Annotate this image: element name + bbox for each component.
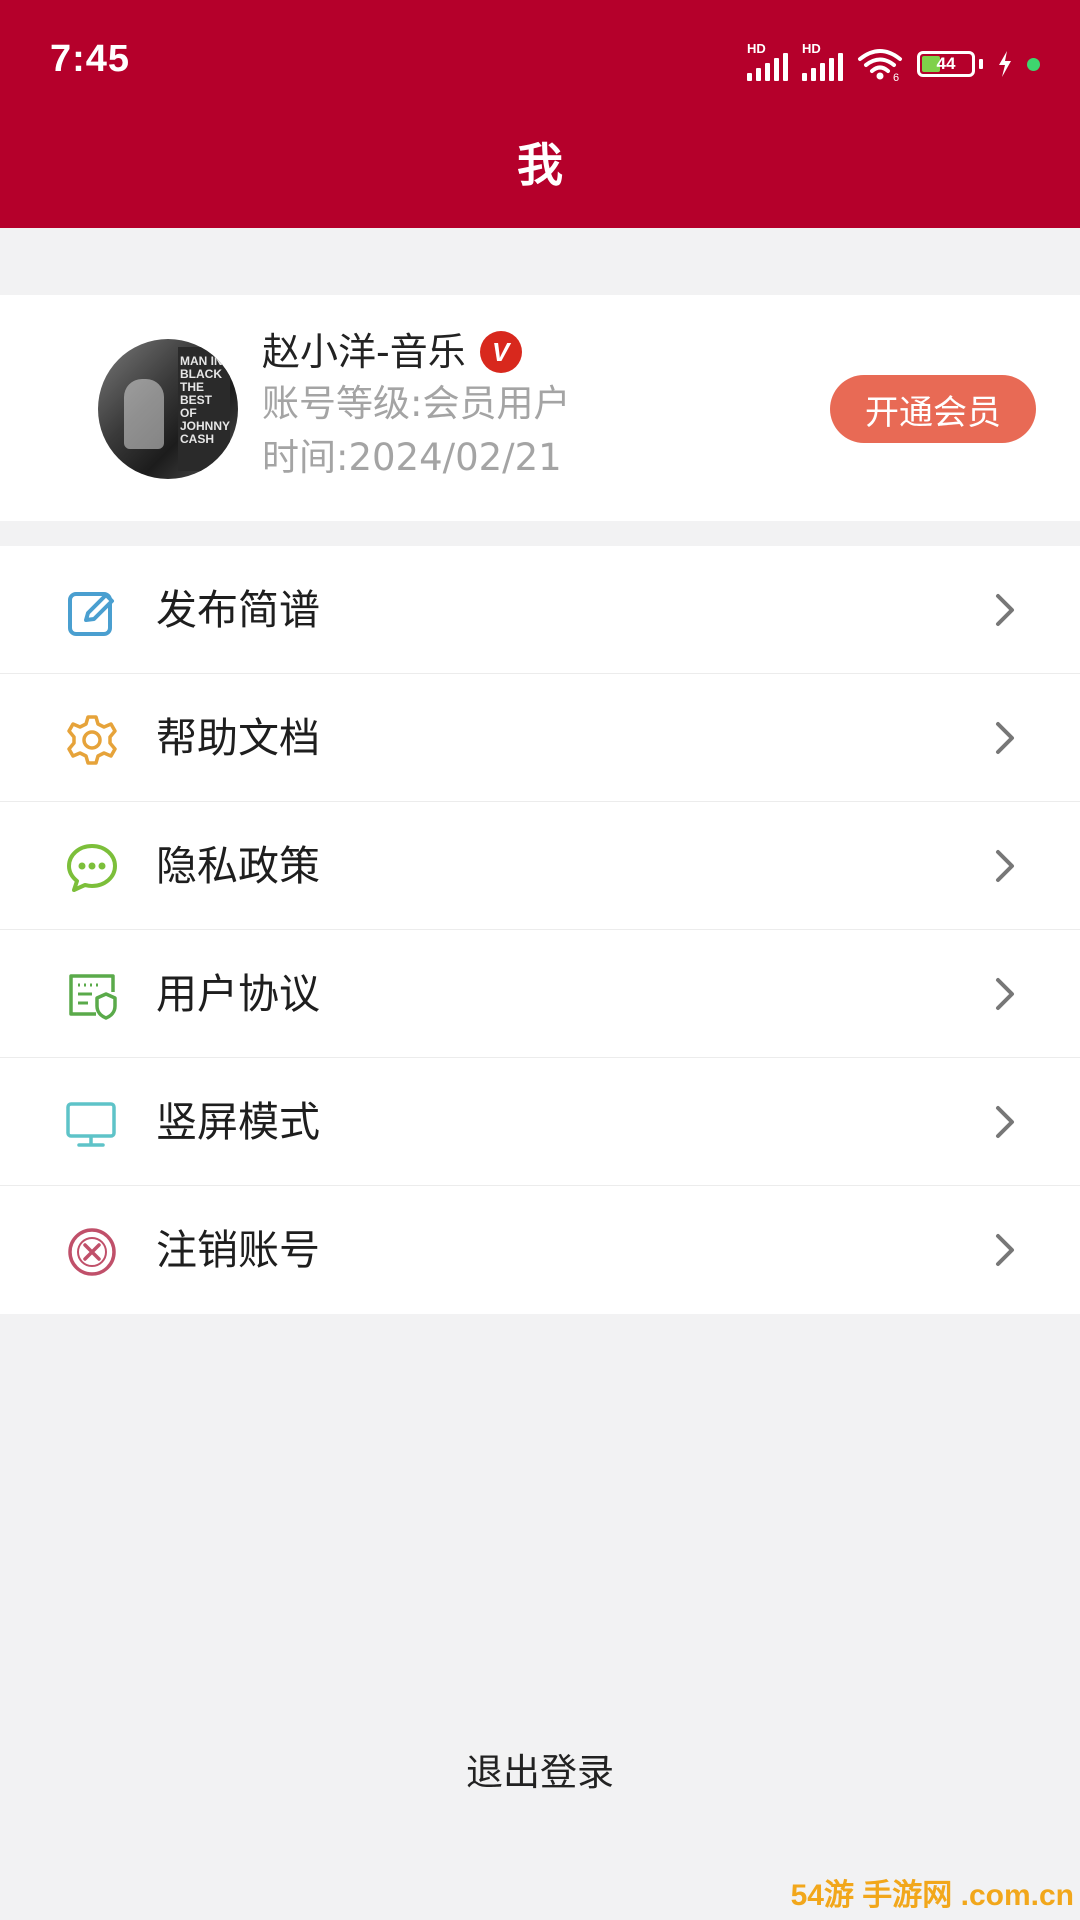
- profile-card[interactable]: MAN IN BLACK THE BEST OF JOHNNY CASH 赵小洋…: [0, 295, 1080, 521]
- menu-label: 注销账号: [156, 1226, 320, 1274]
- profile-name: 赵小洋-音乐: [262, 330, 466, 374]
- avatar-figure: [124, 379, 164, 449]
- chevron-right-icon: [996, 850, 1014, 882]
- verified-badge-icon: V: [479, 331, 522, 373]
- menu-label: 用户协议: [156, 970, 320, 1018]
- avatar[interactable]: MAN IN BLACK THE BEST OF JOHNNY CASH: [98, 339, 238, 479]
- cell-signal-icon: HD: [747, 41, 788, 81]
- charging-icon: [999, 51, 1011, 77]
- account-time: 时间:2024/02/21: [262, 436, 562, 479]
- privacy-indicator-dot: [1027, 57, 1040, 71]
- chevron-right-icon: [996, 594, 1014, 626]
- wifi-icon: 6: [858, 49, 902, 81]
- svg-text:6: 6: [893, 72, 899, 81]
- settings-menu: 发布简谱 帮助文档 隐私政策 用户协议 竖屏模式 注销账号: [0, 546, 1080, 1314]
- edit-icon: [68, 592, 114, 636]
- status-time: 7:45: [50, 38, 131, 80]
- menu-label: 隐私政策: [156, 842, 320, 890]
- account-level: 账号等级:会员用户: [262, 382, 571, 425]
- logout-button[interactable]: 退出登录: [0, 1748, 1080, 1798]
- agreement-shield-icon: [69, 974, 117, 1020]
- status-icons: HD HD 6 44: [747, 41, 1040, 84]
- menu-item-publish-score[interactable]: 发布简谱: [0, 546, 1080, 674]
- monitor-icon: [66, 1102, 116, 1147]
- chevron-right-icon: [996, 722, 1014, 754]
- menu-item-user-agreement[interactable]: 用户协议: [0, 930, 1080, 1058]
- page-title: 我: [517, 138, 563, 192]
- menu-label: 帮助文档: [156, 714, 320, 762]
- open-vip-button[interactable]: 开通会员: [830, 375, 1036, 443]
- menu-item-help-docs[interactable]: 帮助文档: [0, 674, 1080, 802]
- menu-label: 发布简谱: [156, 586, 320, 634]
- menu-item-delete-account[interactable]: 注销账号: [0, 1186, 1080, 1314]
- menu-label: 竖屏模式: [156, 1098, 320, 1146]
- chevron-right-icon: [996, 978, 1014, 1010]
- chevron-right-icon: [996, 1106, 1014, 1138]
- avatar-cover-text: MAN IN BLACK THE BEST OF JOHNNY CASH: [178, 347, 230, 471]
- gear-icon: [67, 715, 117, 765]
- menu-item-privacy-policy[interactable]: 隐私政策: [0, 802, 1080, 930]
- chevron-right-icon: [996, 1234, 1014, 1266]
- battery-cap: [979, 59, 983, 69]
- chat-bubble-icon: [67, 844, 117, 892]
- menu-item-portrait-mode[interactable]: 竖屏模式: [0, 1058, 1080, 1186]
- profile-name-row: 赵小洋-音乐 V: [262, 329, 522, 375]
- app-header: 7:45 HD HD 6 44 我: [0, 0, 1080, 228]
- battery-icon: 44: [917, 51, 975, 77]
- site-watermark: 54游 手游网 .com.cn: [790, 1879, 1074, 1912]
- cancel-circle-icon: [68, 1228, 116, 1276]
- cell-signal-icon-2: HD: [802, 41, 843, 81]
